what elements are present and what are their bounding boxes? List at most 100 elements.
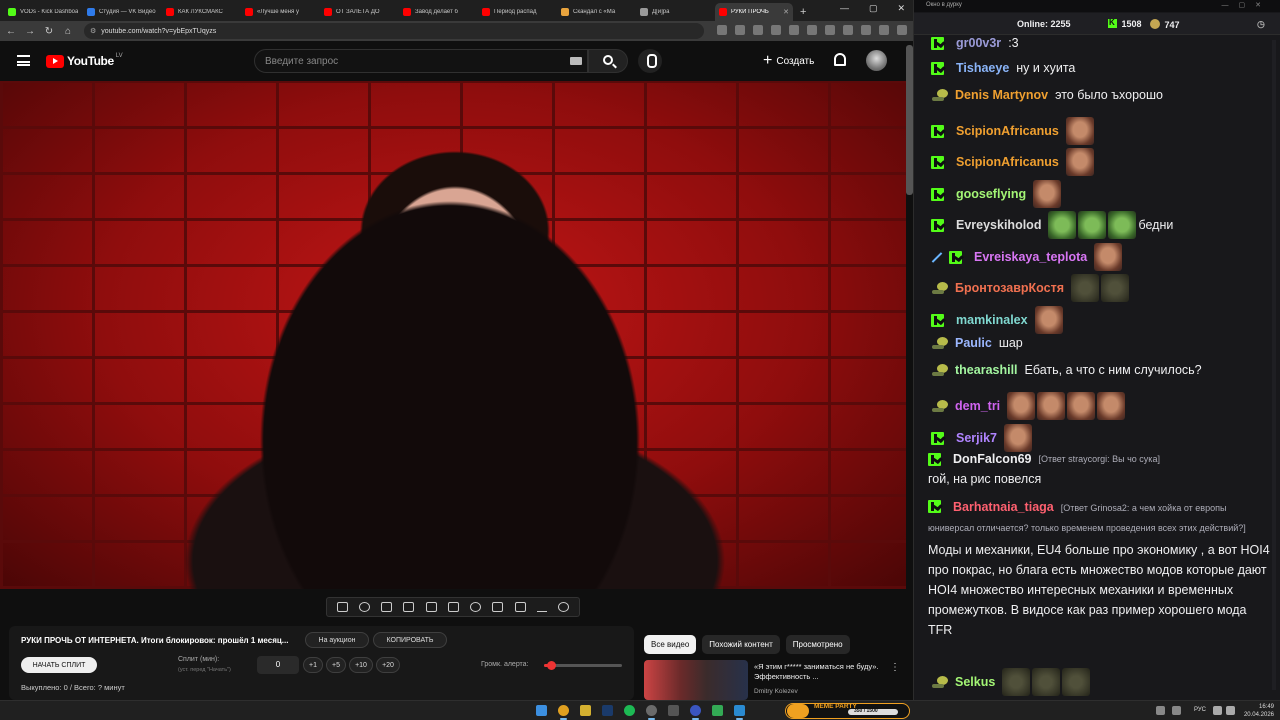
search-input[interactable]: Введите запрос [254,49,588,73]
chip-all-videos[interactable]: Все видео [644,635,697,654]
playlist-icon[interactable] [381,602,393,612]
avatar[interactable] [866,50,887,71]
alert-volume-slider[interactable] [544,661,622,670]
spotify-icon[interactable] [624,705,635,716]
chat-username[interactable]: gr00v3r [956,36,1001,51]
chat-username[interactable]: Tishaeye [956,61,1009,76]
meme-party-widget[interactable]: MEME PARTY 350 / 1500 [785,703,910,719]
bookmark-star-icon[interactable] [753,25,763,35]
window-controls[interactable]: —▢✕ [1222,1,1271,9]
close-tab-icon[interactable]: ✕ [783,8,789,16]
chat-username[interactable]: Evreiskaya_teplota [974,250,1087,265]
browser-tab[interactable]: Д[и]ра [636,3,714,21]
loop-icon[interactable] [336,602,348,612]
split-minutes-input[interactable]: 0 [257,656,299,674]
page-scrollbar[interactable] [906,45,913,195]
reload-icon[interactable]: ↻ [41,26,57,37]
recommended-video[interactable]: «Я этим г***** заниматься не буду». Эффе… [644,660,912,700]
chat-username[interactable]: Barhatnaia_tiaga [953,500,1054,514]
telegram-icon[interactable] [734,705,745,720]
chat-username[interactable]: thearashill [955,363,1018,378]
file-explorer-icon[interactable] [580,705,591,716]
chat-username[interactable]: gooseflying [956,187,1026,202]
video-player[interactable] [0,81,906,589]
add-10-button[interactable]: +10 [349,657,373,673]
chip-watched[interactable]: Просмотрено [785,635,850,654]
extension-icon[interactable] [825,25,835,35]
maximize-icon[interactable]: ▢ [869,3,878,14]
chat-username[interactable]: Selkus [955,675,995,690]
browser-tab[interactable]: РУКИ ПРОЧЬ ✕ [715,3,793,21]
chip-similar-content[interactable]: Похожий контент [702,635,780,654]
clock[interactable]: 16:49 20.04.2026 [1244,703,1274,719]
chrome-icon[interactable] [558,705,569,720]
keyboard-icon[interactable] [570,57,582,65]
film-icon[interactable] [403,602,415,612]
app-icon[interactable] [668,705,679,716]
settings-gear-icon[interactable] [558,602,570,612]
browser-tab[interactable]: Студия — VK Видео [83,3,161,21]
volume-icon[interactable] [1226,706,1235,715]
chat-scrollbar[interactable] [1272,40,1276,690]
chat-username[interactable]: Paulic [955,336,992,351]
profile-icon[interactable] [879,25,889,35]
auction-button[interactable]: На аукцион [305,632,369,648]
browser-tab[interactable]: «Лучше меня у [241,3,319,21]
browser-tab[interactable]: Скандал с «Ма [557,3,635,21]
video-thumbnail[interactable] [644,660,748,700]
notifications-bell-icon[interactable] [834,53,846,66]
add-5-button[interactable]: +5 [326,657,346,673]
language-indicator[interactable]: РУС [1194,707,1206,713]
speed-icon[interactable] [470,602,482,612]
home-icon[interactable]: ⌂ [60,26,76,37]
chat-username[interactable]: Evreyskiholod [956,218,1041,233]
sidebar-icon[interactable] [861,25,871,35]
create-button[interactable]: + Создать [757,49,820,73]
recommended-channel-name[interactable]: Dmitry Kolezev [754,688,798,695]
url-field[interactable]: ⚙ youtube.com/watch?v=ybEpxTUqyzs [84,23,704,39]
start-split-button[interactable]: НАЧАТЬ СПЛИТ [21,657,97,673]
menu-icon[interactable] [897,25,907,35]
browser-tab[interactable]: Период распад [478,3,556,21]
browser-tab[interactable]: Завод делает б [399,3,477,21]
alert-volume-knob[interactable] [546,661,556,670]
chat-username[interactable]: БронтозаврКостя [955,281,1064,296]
chat-username[interactable]: ScipionAfricanus [956,155,1059,170]
recommended-video-title[interactable]: «Я этим г***** заниматься не буду». Эффе… [754,662,894,682]
flask-icon[interactable] [537,602,548,612]
audio-icon[interactable] [358,602,370,612]
more-options-icon[interactable]: ⋮ [890,662,900,673]
close-window-icon[interactable]: ✕ [897,3,905,14]
youtube-logo[interactable]: YouTube LV [46,53,123,68]
tray-chevron-icon[interactable] [1156,706,1165,715]
browser-tab[interactable]: ОТ ЗАЛЕТА ДО [320,3,398,21]
site-info-icon[interactable]: ⚙ [90,27,96,35]
picture-in-picture-icon[interactable] [425,602,437,612]
forward-icon[interactable]: → [22,26,38,37]
chat-username[interactable]: mamkinalex [956,313,1028,328]
extension-icon[interactable] [771,25,781,35]
screenshot-camera-icon[interactable] [514,602,526,612]
minimize-icon[interactable]: — [840,3,849,14]
edit-icon[interactable] [492,602,504,612]
hamburger-menu-icon[interactable] [17,55,30,66]
new-tab-button[interactable]: + [800,3,806,21]
obs-icon[interactable] [646,705,657,720]
chat-username[interactable]: DonFalcon69 [953,452,1032,467]
chat-username[interactable]: Serjik7 [956,431,997,446]
copy-button[interactable]: КОПИРОВАТЬ [373,632,447,648]
browser-tab[interactable]: КАК ЛУКСМАКС [162,3,240,21]
screen-icon[interactable] [447,602,459,612]
app-icon[interactable] [690,705,701,720]
zoom-icon[interactable] [717,25,727,35]
steam-icon[interactable] [602,705,613,716]
download-icon[interactable] [843,25,853,35]
cast-icon[interactable] [735,25,745,35]
timer-icon[interactable]: ◷ [1257,19,1265,30]
extension-icon[interactable] [807,25,817,35]
extension-icon[interactable] [789,25,799,35]
app-icon[interactable] [712,705,723,716]
chat-username[interactable]: dem_tri [955,399,1000,414]
chat-username[interactable]: Denis Martynov [955,88,1048,103]
back-icon[interactable]: ← [3,26,19,37]
